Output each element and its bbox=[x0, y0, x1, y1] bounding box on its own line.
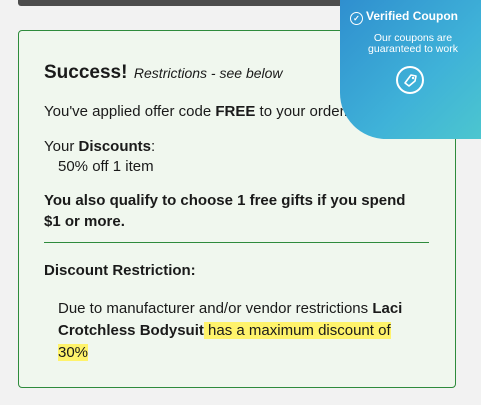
success-title: Success! Restrictions - see below bbox=[44, 62, 283, 84]
offer-code: FREE bbox=[215, 103, 256, 120]
restriction-heading: Discount Restriction: bbox=[44, 262, 196, 279]
discounts-prefix: Your bbox=[44, 138, 79, 155]
qualify-line-1: You also qualify to choose 1 free gifts … bbox=[44, 192, 406, 209]
guarantee-note: Our coupons are guaranteed to work bbox=[368, 32, 458, 55]
discounts-label: Discounts bbox=[78, 138, 151, 155]
check-circle-icon: ✓ bbox=[350, 12, 363, 25]
tag-icon-svg bbox=[404, 74, 417, 87]
verified-label: Verified Coupon bbox=[366, 9, 459, 23]
success-heading: Success! bbox=[44, 62, 128, 83]
verified-row: ✓ Verified Coupon bbox=[350, 9, 458, 25]
discounts-line: Your Discounts: bbox=[44, 138, 155, 155]
restrictions-note: Restrictions - see below bbox=[133, 65, 283, 81]
restriction-prefix: Due to manufacturer and/or vendor restri… bbox=[58, 300, 373, 317]
qualify-line-2: $1 or more. bbox=[44, 213, 125, 230]
applied-suffix: to your order. bbox=[255, 103, 348, 120]
verified-coupon-badge: ✓ Verified Coupon Our coupons are guarant… bbox=[340, 0, 481, 139]
applied-prefix: You've applied offer code bbox=[44, 103, 216, 120]
divider bbox=[44, 242, 429, 243]
tag-icon bbox=[396, 66, 424, 94]
applied-code-line: You've applied offer code FREE to your o… bbox=[44, 103, 348, 120]
restriction-text: Due to manufacturer and/or vendor restri… bbox=[58, 298, 418, 364]
discounts-suffix: : bbox=[151, 138, 156, 155]
discount-item: 50% off 1 item bbox=[58, 158, 154, 175]
